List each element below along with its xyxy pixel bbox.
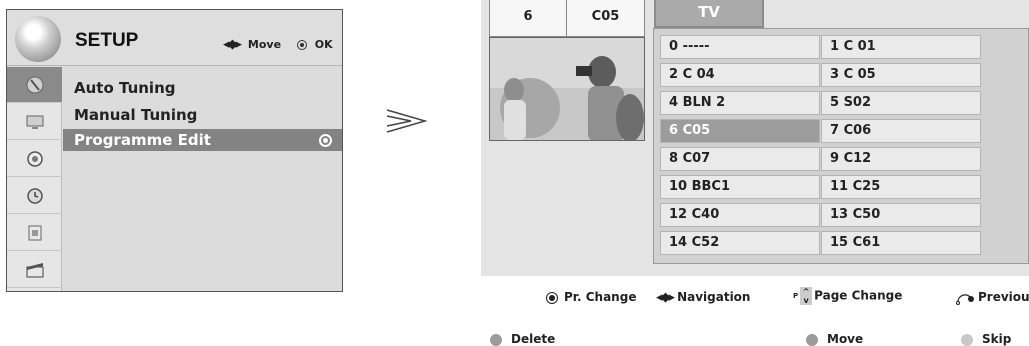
programme-item[interactable]: 13 C50 [821, 203, 981, 227]
current-programme-number: 6 [489, 0, 567, 37]
programme-edit-panel: 6 C05 TV 0 ----- 1 C 01 2 C 04 3 C 05 4 … [481, 0, 1029, 276]
ok-button-icon [296, 39, 307, 50]
programme-item[interactable]: 7 C06 [821, 119, 981, 143]
menu-item-programme-edit[interactable]: Programme Edit [63, 129, 342, 151]
navigation-arrows-icon: ◂◆▸ [656, 290, 675, 305]
setup-menu-hint: ◂◆▸ Move OK [223, 37, 333, 52]
page-up-down-icon: ^ v [800, 287, 813, 305]
sidebar-item-picture[interactable] [7, 104, 62, 140]
programme-item-selected[interactable]: 6 C05 [660, 119, 820, 143]
return-arrow-icon [956, 293, 974, 305]
programme-item[interactable]: 1 C 01 [821, 35, 981, 59]
programme-item[interactable]: 15 C61 [821, 231, 981, 255]
programme-preview-image [489, 37, 645, 141]
clapperboard-icon [26, 262, 43, 277]
menu-item-label: Manual Tuning [74, 106, 198, 124]
programme-item[interactable]: 12 C40 [660, 203, 820, 227]
programme-item[interactable]: 0 ----- [660, 35, 820, 59]
programme-list: 0 ----- 1 C 01 2 C 04 3 C 05 4 BLN 2 5 S… [653, 28, 1029, 264]
option-icon [28, 225, 41, 240]
menu-item-manual-tuning[interactable]: Manual Tuning [63, 104, 342, 126]
legend-label: Navigation [677, 290, 751, 304]
hint-ok-label: OK [314, 38, 333, 51]
menu-item-label: Programme Edit [74, 131, 211, 149]
programme-item[interactable]: 2 C 04 [660, 63, 820, 87]
programme-item[interactable]: 8 C07 [660, 147, 820, 171]
legend-previous: Previous [955, 290, 1029, 305]
ok-select-icon [319, 134, 332, 147]
setup-disc-icon [15, 16, 61, 62]
color-key-icon [490, 333, 502, 346]
move-arrows-icon: ◂◆▸ [223, 37, 242, 52]
programme-item[interactable]: 9 C12 [821, 147, 981, 171]
preview-photo [490, 38, 644, 140]
sidebar-item-lock[interactable] [7, 252, 62, 288]
sidebar-item-time[interactable] [7, 178, 62, 214]
programme-item[interactable]: 14 C52 [660, 231, 820, 255]
tab-tv[interactable]: TV [654, 0, 764, 28]
setup-menu-title: SETUP [75, 30, 139, 51]
legend-label: Skip [982, 332, 1012, 346]
sidebar-item-option[interactable] [7, 215, 62, 251]
legend-navigation: ◂◆▸ Navigation [656, 290, 750, 305]
setup-menu: SETUP ◂◆▸ Move OK Auto Tuning Manual Tun… [6, 9, 343, 292]
programme-item[interactable]: 3 C 05 [821, 63, 981, 87]
legend-label: Delete [511, 332, 556, 346]
legend-page-change: P ^ v Page Change [793, 287, 902, 305]
next-step-arrow-icon [386, 109, 428, 133]
programme-item[interactable]: 11 C25 [821, 175, 981, 199]
sidebar-item-setup[interactable] [7, 67, 62, 103]
legend-label: Move [827, 332, 864, 346]
menu-item-auto-tuning[interactable]: Auto Tuning [63, 77, 342, 99]
legend-label: Page Change [814, 288, 903, 303]
legend-move: Move [806, 332, 863, 346]
setup-category-sidebar [7, 67, 62, 291]
ok-button-icon [546, 291, 558, 304]
legend-label: Previous [978, 290, 1029, 304]
color-key-icon [806, 333, 818, 346]
menu-item-label: Auto Tuning [74, 79, 176, 97]
setup-menu-header: SETUP ◂◆▸ Move OK [7, 10, 342, 66]
antenna-icon [26, 76, 43, 93]
sidebar-item-audio[interactable] [7, 141, 62, 177]
picture-icon [26, 115, 43, 129]
legend-delete: Delete [490, 332, 555, 346]
legend-pr-change: Pr. Change [546, 290, 636, 304]
programme-item[interactable]: 10 BBC1 [660, 175, 820, 199]
legend-label: Pr. Change [564, 290, 637, 304]
audio-icon [26, 150, 43, 167]
programme-item[interactable]: 4 BLN 2 [660, 91, 820, 115]
hint-move-label: Move [247, 38, 282, 51]
color-key-icon [961, 333, 973, 346]
time-icon [26, 187, 43, 204]
legend-label: P [793, 292, 799, 300]
legend-skip: Skip [961, 332, 1011, 346]
current-programme-channel: C05 [566, 0, 645, 37]
programme-item[interactable]: 5 S02 [821, 91, 981, 115]
